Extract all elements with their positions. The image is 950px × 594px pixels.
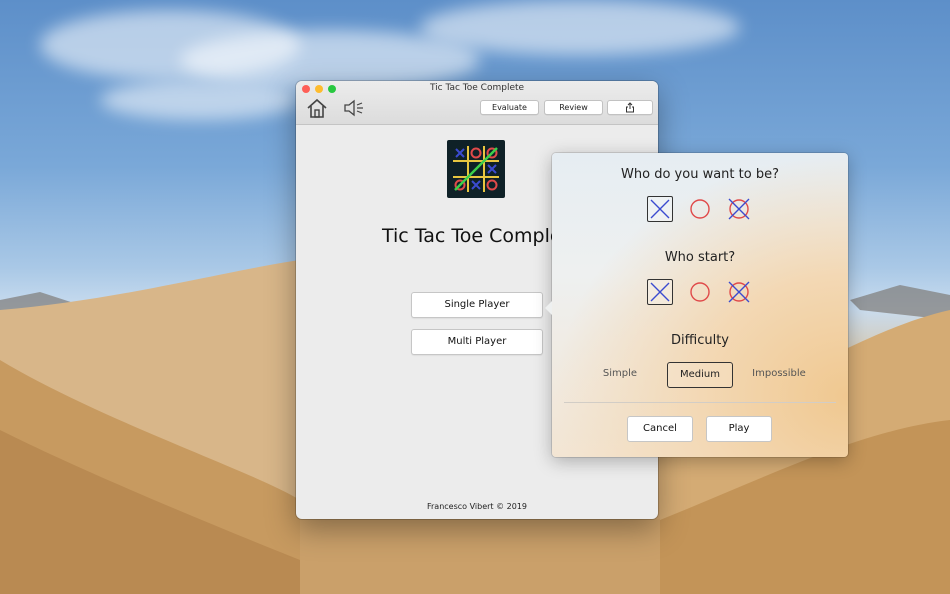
- x-icon: [650, 199, 670, 219]
- single-player-button[interactable]: Single Player: [411, 292, 543, 318]
- app-logo: [447, 140, 505, 198]
- difficulty-simple-option[interactable]: Simple: [592, 362, 648, 386]
- share-icon: [626, 102, 634, 113]
- who-start-heading: Who start?: [664, 250, 736, 265]
- x-icon: [650, 282, 670, 302]
- share-button[interactable]: [607, 100, 653, 115]
- play-button[interactable]: Play: [706, 416, 772, 442]
- evaluate-button[interactable]: Evaluate: [480, 100, 539, 115]
- who-start-x-option[interactable]: [647, 279, 673, 305]
- o-icon: [690, 282, 710, 302]
- multi-player-button[interactable]: Multi Player: [411, 329, 543, 355]
- who-start-o-option[interactable]: [687, 279, 713, 305]
- popover-divider: [564, 402, 836, 403]
- random-x-o-icon: [728, 198, 750, 220]
- who-be-x-option[interactable]: [647, 196, 673, 222]
- who-be-o-option[interactable]: [687, 196, 713, 222]
- difficulty-heading: Difficulty: [671, 333, 729, 348]
- cancel-button[interactable]: Cancel: [627, 416, 693, 442]
- home-icon[interactable]: [306, 98, 328, 118]
- random-x-o-icon: [728, 281, 750, 303]
- difficulty-impossible-option[interactable]: Impossible: [748, 362, 810, 386]
- title-bar: Tic Tac Toe Complete Evaluate Review: [296, 81, 658, 125]
- difficulty-medium-option[interactable]: Medium: [667, 362, 733, 388]
- window-title: Tic Tac Toe Complete: [429, 83, 525, 93]
- game-setup-popover: Who do you want to be? Who start? Diffic…: [545, 153, 848, 457]
- popover-arrow: [545, 301, 552, 315]
- who-be-random-option[interactable]: [726, 196, 752, 222]
- speaker-icon[interactable]: [343, 99, 365, 117]
- o-icon: [690, 199, 710, 219]
- copyright-footer: Francesco Vibert © 2019: [427, 502, 527, 511]
- review-button[interactable]: Review: [544, 100, 603, 115]
- who-start-random-option[interactable]: [726, 279, 752, 305]
- who-be-heading: Who do you want to be?: [621, 167, 779, 182]
